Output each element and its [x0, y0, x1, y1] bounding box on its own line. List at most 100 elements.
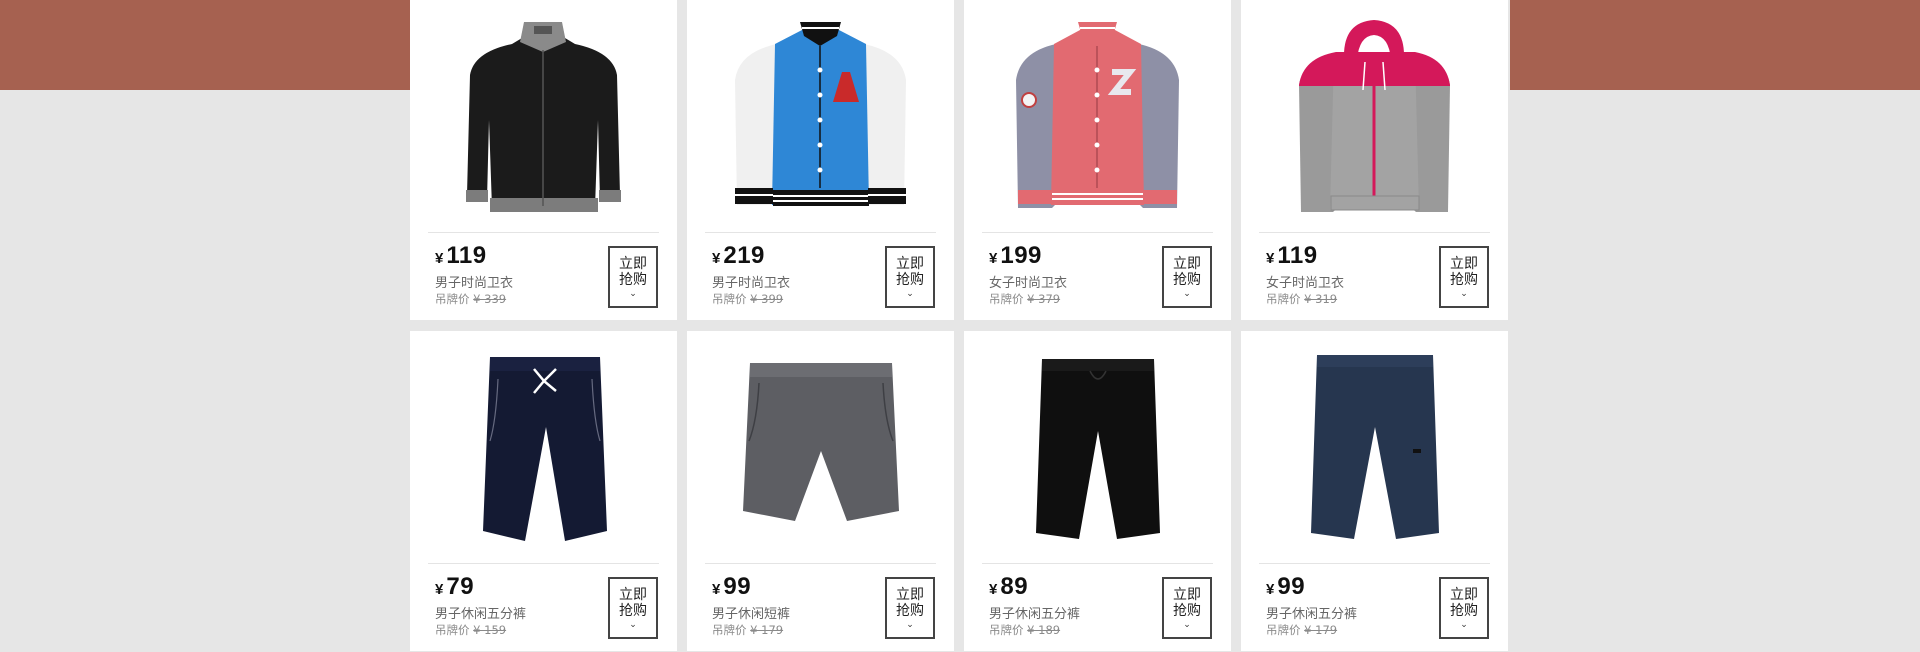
product-card[interactable]: ¥ 199 女子时尚卫衣 吊牌价 ¥ 379 立即 抢购 ⌄ — [964, 0, 1231, 320]
product-name[interactable]: 女子时尚卫衣 — [989, 272, 1067, 291]
price-row: ¥ 99 — [712, 573, 751, 603]
product-image[interactable] — [687, 0, 954, 232]
buy-label-line1: 立即 — [619, 256, 647, 272]
buy-label-line1: 立即 — [896, 587, 924, 603]
product-image[interactable] — [410, 331, 677, 563]
sale-price: 99 — [723, 573, 752, 600]
card-divider — [1259, 232, 1490, 233]
product-name[interactable]: 男子休闲短裤 — [712, 603, 790, 622]
tag-price: ¥ 319 — [1304, 292, 1338, 306]
product-image[interactable] — [1241, 331, 1508, 563]
tag-price: ¥ 379 — [1027, 292, 1061, 306]
product-card[interactable]: ¥ 119 男子时尚卫衣 吊牌价 ¥ 339 立即 抢购 ⌄ — [410, 0, 677, 320]
tag-price-line: 吊牌价 ¥ 159 — [435, 622, 506, 638]
buy-now-button[interactable]: 立即 抢购 ⌄ — [885, 246, 935, 308]
currency-symbol: ¥ — [1266, 581, 1275, 598]
price-row: ¥ 89 — [989, 573, 1028, 603]
chevron-down-icon: ⌄ — [629, 289, 637, 299]
buy-label-line1: 立即 — [1450, 587, 1478, 603]
product-image[interactable] — [964, 0, 1231, 232]
tag-price-label: 吊牌价 — [712, 623, 747, 637]
card-divider — [705, 563, 936, 564]
tag-price-label: 吊牌价 — [989, 292, 1024, 306]
buy-label-line2: 抢购 — [619, 272, 647, 288]
buy-label-line1: 立即 — [1173, 256, 1201, 272]
buy-label-line2: 抢购 — [1450, 603, 1478, 619]
tag-price: ¥ 399 — [750, 292, 784, 306]
chevron-down-icon: ⌄ — [1460, 620, 1468, 630]
buy-now-button[interactable]: 立即 抢购 ⌄ — [1162, 246, 1212, 308]
price-row: ¥ 99 — [1266, 573, 1305, 603]
sale-price: 89 — [1000, 573, 1029, 600]
card-divider — [982, 563, 1213, 564]
sale-price: 119 — [446, 242, 487, 269]
buy-label-line2: 抢购 — [1173, 272, 1201, 288]
pink-varsity-jacket-image — [1016, 22, 1179, 208]
product-name[interactable]: 女子时尚卫衣 — [1266, 272, 1344, 291]
product-card[interactable]: ¥ 219 男子时尚卫衣 吊牌价 ¥ 399 立即 抢购 ⌄ — [687, 0, 954, 320]
product-image[interactable] — [964, 331, 1231, 563]
chevron-down-icon: ⌄ — [1183, 289, 1191, 299]
chevron-down-icon: ⌄ — [906, 620, 914, 630]
tag-price: ¥ 189 — [1027, 623, 1061, 637]
sale-price: 119 — [1277, 242, 1318, 269]
card-divider — [1259, 563, 1490, 564]
blue-varsity-jacket-image — [735, 22, 906, 206]
buy-label-line2: 抢购 — [619, 603, 647, 619]
tag-price-label: 吊牌价 — [989, 623, 1024, 637]
product-image[interactable] — [410, 0, 677, 232]
product-card[interactable]: ¥ 99 男子休闲短裤 吊牌价 ¥ 179 立即 抢购 ⌄ — [687, 331, 954, 651]
product-name[interactable]: 男子时尚卫衣 — [712, 272, 790, 291]
currency-symbol: ¥ — [989, 250, 998, 267]
currency-symbol: ¥ — [989, 581, 998, 598]
tag-price-line: 吊牌价 ¥ 179 — [1266, 622, 1337, 638]
sale-price: 79 — [446, 573, 475, 600]
buy-label-line2: 抢购 — [896, 603, 924, 619]
tag-price-label: 吊牌价 — [1266, 623, 1301, 637]
currency-symbol: ¥ — [712, 250, 721, 267]
product-card[interactable]: ¥ 89 男子休闲五分裤 吊牌价 ¥ 189 立即 抢购 ⌄ — [964, 331, 1231, 651]
buy-label-line1: 立即 — [896, 256, 924, 272]
product-name[interactable]: 男子休闲五分裤 — [435, 603, 526, 622]
tag-price-label: 吊牌价 — [1266, 292, 1301, 306]
buy-now-button[interactable]: 立即 抢购 ⌄ — [885, 577, 935, 639]
tag-price-label: 吊牌价 — [712, 292, 747, 306]
tag-price-label: 吊牌价 — [435, 623, 470, 637]
product-image[interactable] — [1241, 0, 1508, 232]
buy-now-button[interactable]: 立即 抢购 ⌄ — [608, 577, 658, 639]
grey-pink-hoodie-image — [1299, 20, 1450, 212]
tag-price-line: 吊牌价 ¥ 399 — [712, 291, 783, 307]
price-row: ¥ 79 — [435, 573, 474, 603]
product-image[interactable] — [687, 331, 954, 563]
grey-shorts-image — [743, 363, 899, 521]
tag-price-line: 吊牌价 ¥ 339 — [435, 291, 506, 307]
product-card[interactable]: ¥ 79 男子休闲五分裤 吊牌价 ¥ 159 立即 抢购 ⌄ — [410, 331, 677, 651]
chevron-down-icon: ⌄ — [906, 289, 914, 299]
product-grid: ¥ 119 男子时尚卫衣 吊牌价 ¥ 339 立即 抢购 ⌄ ¥ 219 男子时… — [410, 0, 1510, 652]
product-name[interactable]: 男子休闲五分裤 — [989, 603, 1080, 622]
dark-blue-shorts-image — [1311, 355, 1439, 539]
card-divider — [428, 232, 659, 233]
product-card[interactable]: ¥ 99 男子休闲五分裤 吊牌价 ¥ 179 立即 抢购 ⌄ — [1241, 331, 1508, 651]
price-row: ¥ 199 — [989, 242, 1042, 272]
product-name[interactable]: 男子时尚卫衣 — [435, 272, 513, 291]
black-track-jacket-image — [466, 22, 621, 212]
sale-price: 99 — [1277, 573, 1306, 600]
sale-price: 199 — [1000, 242, 1042, 269]
buy-now-button[interactable]: 立即 抢购 ⌄ — [1439, 246, 1489, 308]
black-shorts-image — [1036, 359, 1160, 539]
tag-price: ¥ 179 — [750, 623, 784, 637]
product-card[interactable]: ¥ 119 女子时尚卫衣 吊牌价 ¥ 319 立即 抢购 ⌄ — [1241, 0, 1508, 320]
chevron-down-icon: ⌄ — [1460, 289, 1468, 299]
chevron-down-icon: ⌄ — [629, 620, 637, 630]
buy-now-button[interactable]: 立即 抢购 ⌄ — [608, 246, 658, 308]
product-name[interactable]: 男子休闲五分裤 — [1266, 603, 1357, 622]
buy-now-button[interactable]: 立即 抢购 ⌄ — [1162, 577, 1212, 639]
card-divider — [705, 232, 936, 233]
card-divider — [982, 232, 1213, 233]
buy-now-button[interactable]: 立即 抢购 ⌄ — [1439, 577, 1489, 639]
buy-label-line1: 立即 — [1173, 587, 1201, 603]
buy-label-line2: 抢购 — [1173, 603, 1201, 619]
price-row: ¥ 219 — [712, 242, 765, 272]
tag-price: ¥ 179 — [1304, 623, 1338, 637]
